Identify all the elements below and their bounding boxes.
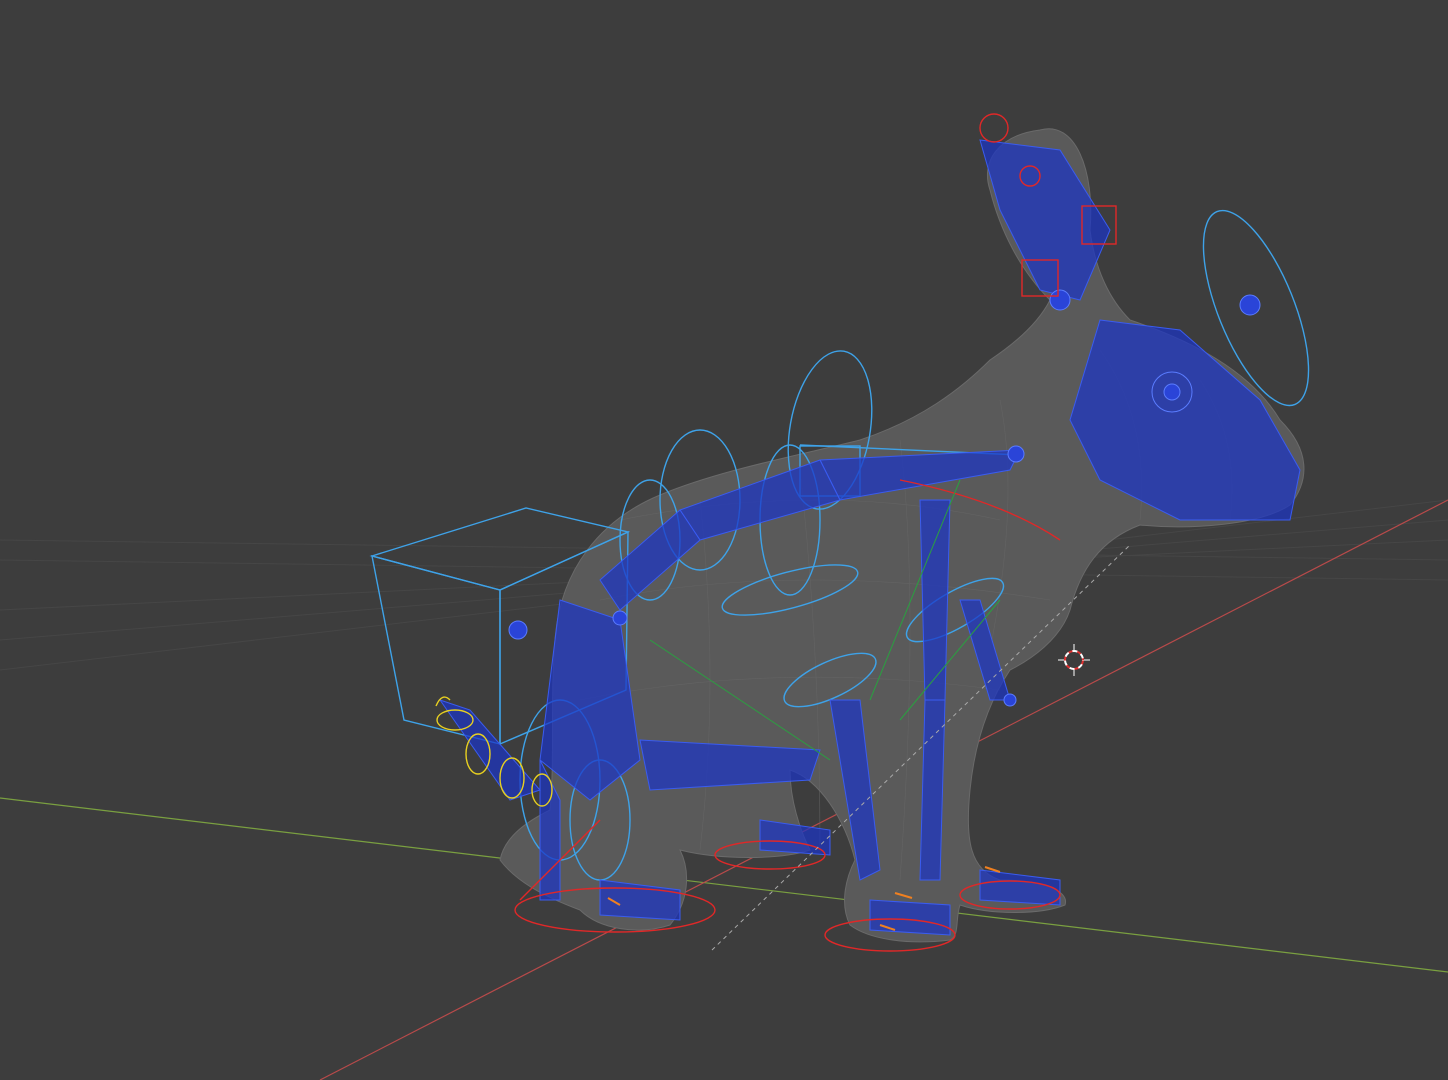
3d-viewport[interactable] — [0, 0, 1448, 1080]
3d-cursor-icon[interactable] — [1058, 644, 1090, 676]
viewport-canvas[interactable] — [0, 0, 1448, 1080]
